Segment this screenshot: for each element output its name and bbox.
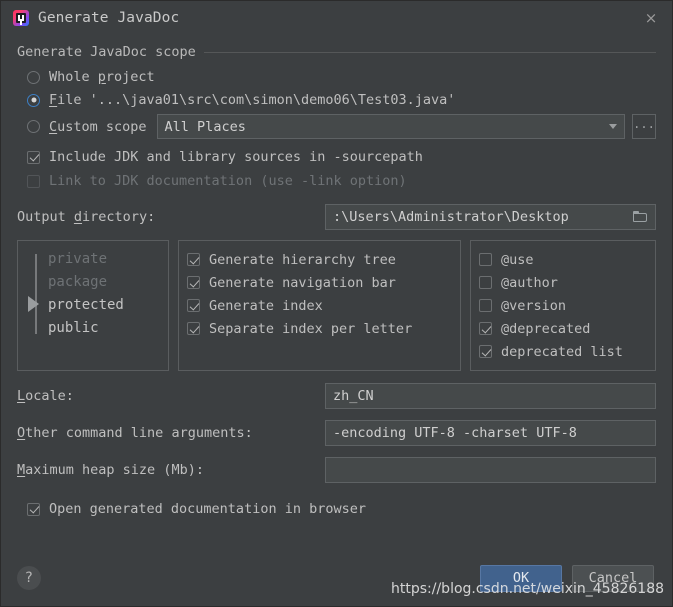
browse-scope-button[interactable]: ... xyxy=(632,114,656,139)
options-panels: private package protected public Generat… xyxy=(17,240,656,371)
checkbox-generate-navbar-label: Generate navigation bar xyxy=(209,274,396,291)
intellij-idea-icon xyxy=(13,9,29,26)
ok-button[interactable]: OK xyxy=(480,564,562,592)
output-directory-input[interactable]: :\Users\Administrator\Desktop xyxy=(325,204,656,230)
dialog-content: Generate JavaDoc scope Whole project Fil… xyxy=(1,34,672,520)
checkbox-deprecated-list[interactable]: deprecated list xyxy=(479,340,647,363)
radio-file-scope-indicator[interactable] xyxy=(27,93,40,107)
output-directory-row: Output directory: :\Users\Administrator\… xyxy=(17,204,656,230)
checkbox-link-jdk-label: Link to JDK documentation (use -link opt… xyxy=(49,173,407,189)
scope-group-title: Generate JavaDoc scope xyxy=(17,44,196,60)
checkbox-link-jdk[interactable]: Link to JDK documentation (use -link opt… xyxy=(17,170,656,192)
checkbox-generate-hierarchy-label: Generate hierarchy tree xyxy=(209,251,396,268)
checkbox-tag-version-label: @version xyxy=(501,297,567,314)
max-heap-label: Maximum heap size (Mb): xyxy=(17,462,204,478)
cancel-button[interactable]: Cancel xyxy=(572,564,654,592)
max-heap-input[interactable] xyxy=(325,457,656,483)
folder-icon[interactable] xyxy=(633,211,648,223)
checkbox-tag-use[interactable]: @use xyxy=(479,248,647,271)
checkbox-tag-deprecated-label: @deprecated xyxy=(501,320,591,337)
checkbox-separate-index-label: Separate index per letter xyxy=(209,320,413,337)
radio-custom-scope-indicator[interactable] xyxy=(27,120,40,133)
generate-javadoc-dialog: Generate JavaDoc × Generate JavaDoc scop… xyxy=(0,0,673,607)
window-title: Generate JavaDoc xyxy=(38,9,180,26)
footer-buttons: OK Cancel xyxy=(480,564,654,592)
checkbox-tag-use-indicator[interactable] xyxy=(479,253,492,266)
checkbox-open-doc-indicator[interactable] xyxy=(27,502,40,516)
visibility-item-private[interactable]: private xyxy=(48,248,160,271)
visibility-slider-track[interactable] xyxy=(35,254,37,334)
scope-group-header: Generate JavaDoc scope xyxy=(17,44,656,60)
visibility-slider-thumb[interactable] xyxy=(28,296,39,312)
dialog-footer: ? OK Cancel xyxy=(1,550,672,606)
checkbox-separate-index[interactable]: Separate index per letter xyxy=(187,317,452,340)
close-icon[interactable]: × xyxy=(636,5,666,31)
checkbox-generate-hierarchy-indicator[interactable] xyxy=(187,253,200,266)
tags-panel: @use @author @version @deprecated deprec… xyxy=(470,240,656,371)
max-heap-row: Maximum heap size (Mb): xyxy=(17,457,656,483)
checkbox-deprecated-list-indicator[interactable] xyxy=(479,345,492,358)
radio-custom-scope[interactable]: Custom scope All Places ... xyxy=(17,114,656,139)
visibility-slider-panel[interactable]: private package protected public xyxy=(17,240,169,371)
radio-file-scope[interactable]: File '...\java01\src\com\simon\demo06\Te… xyxy=(17,89,656,111)
other-args-value: -encoding UTF-8 -charset UTF-8 xyxy=(333,425,577,441)
checkbox-tag-use-label: @use xyxy=(501,251,534,268)
checkbox-tag-deprecated[interactable]: @deprecated xyxy=(479,317,647,340)
checkbox-include-jdk[interactable]: Include JDK and library sources in -sour… xyxy=(17,146,656,168)
radio-whole-project-indicator[interactable] xyxy=(27,70,40,84)
generate-options-panel: Generate hierarchy tree Generate navigat… xyxy=(178,240,461,371)
radio-whole-project-label: Whole project xyxy=(49,69,155,85)
checkbox-link-jdk-indicator[interactable] xyxy=(27,174,40,188)
locale-value: zh_CN xyxy=(333,388,374,404)
radio-custom-scope-label: Custom scope xyxy=(49,118,147,135)
checkbox-generate-index-indicator[interactable] xyxy=(187,299,200,312)
group-divider xyxy=(203,51,656,53)
visibility-item-protected[interactable]: protected xyxy=(48,294,160,317)
checkbox-generate-index[interactable]: Generate index xyxy=(187,294,452,317)
visibility-list: private package protected public xyxy=(28,248,160,340)
checkbox-generate-navbar[interactable]: Generate navigation bar xyxy=(187,271,452,294)
chevron-down-icon xyxy=(609,124,617,129)
checkbox-generate-hierarchy[interactable]: Generate hierarchy tree xyxy=(187,248,452,271)
checkbox-tag-version-indicator[interactable] xyxy=(479,299,492,312)
checkbox-separate-index-indicator[interactable] xyxy=(187,322,200,335)
other-args-label: Other command line arguments: xyxy=(17,425,253,441)
custom-scope-value: All Places xyxy=(164,118,246,135)
checkbox-tag-author[interactable]: @author xyxy=(479,271,647,294)
help-icon[interactable]: ? xyxy=(17,566,41,590)
output-directory-value: :\Users\Administrator\Desktop xyxy=(333,209,569,225)
locale-input[interactable]: zh_CN xyxy=(325,383,656,409)
checkbox-open-doc[interactable]: Open generated documentation in browser xyxy=(17,498,656,520)
checkbox-include-jdk-indicator[interactable] xyxy=(27,150,40,164)
visibility-item-package[interactable]: package xyxy=(48,271,160,294)
checkbox-include-jdk-label: Include JDK and library sources in -sour… xyxy=(49,149,423,165)
checkbox-tag-version[interactable]: @version xyxy=(479,294,647,317)
title-bar: Generate JavaDoc × xyxy=(1,1,672,34)
output-directory-label: Output directory: xyxy=(17,209,156,225)
checkbox-generate-index-label: Generate index xyxy=(209,297,323,314)
visibility-item-public[interactable]: public xyxy=(48,317,160,340)
other-args-row: Other command line arguments: -encoding … xyxy=(17,420,656,446)
checkbox-tag-author-label: @author xyxy=(501,274,558,291)
checkbox-generate-navbar-indicator[interactable] xyxy=(187,276,200,289)
locale-row: Locale: zh_CN xyxy=(17,383,656,409)
custom-scope-combobox[interactable]: All Places xyxy=(156,114,625,139)
checkbox-tag-deprecated-indicator[interactable] xyxy=(479,322,492,335)
other-args-input[interactable]: -encoding UTF-8 -charset UTF-8 xyxy=(325,420,656,446)
checkbox-open-doc-label: Open generated documentation in browser xyxy=(49,501,366,517)
checkbox-deprecated-list-label: deprecated list xyxy=(501,343,623,360)
radio-file-scope-label: File '...\java01\src\com\simon\demo06\Te… xyxy=(49,92,456,108)
checkbox-tag-author-indicator[interactable] xyxy=(479,276,492,289)
radio-whole-project[interactable]: Whole project xyxy=(17,66,656,88)
locale-label: Locale: xyxy=(17,388,74,404)
